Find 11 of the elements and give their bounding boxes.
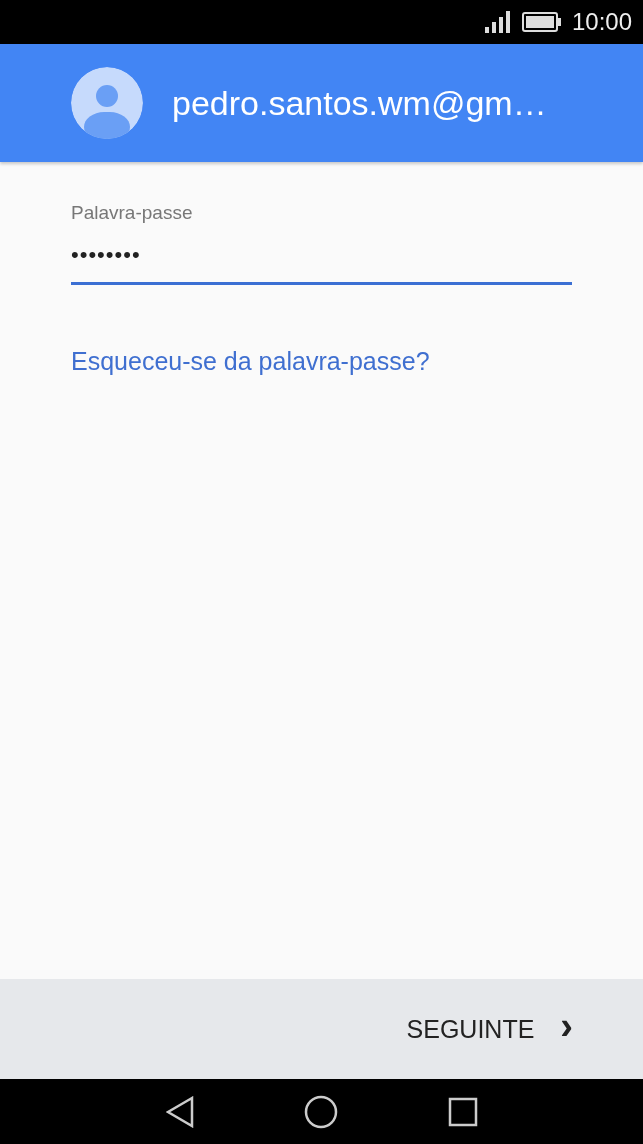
back-icon[interactable] xyxy=(165,1095,194,1128)
clock: 10:00 xyxy=(571,8,632,36)
next-button[interactable]: SEGUINTE › xyxy=(406,1013,573,1045)
recents-icon[interactable] xyxy=(447,1096,478,1127)
password-field[interactable]: Palavra-passe •••••••• xyxy=(71,202,572,285)
signal-icon xyxy=(484,11,512,33)
home-icon[interactable] xyxy=(303,1094,338,1129)
forgot-password-link[interactable]: Esqueceu-se da palavra-passe? xyxy=(71,347,430,376)
battery-icon xyxy=(521,12,562,32)
avatar-icon xyxy=(71,67,143,139)
account-email: pedro.santos.wm@gm… xyxy=(172,83,547,123)
